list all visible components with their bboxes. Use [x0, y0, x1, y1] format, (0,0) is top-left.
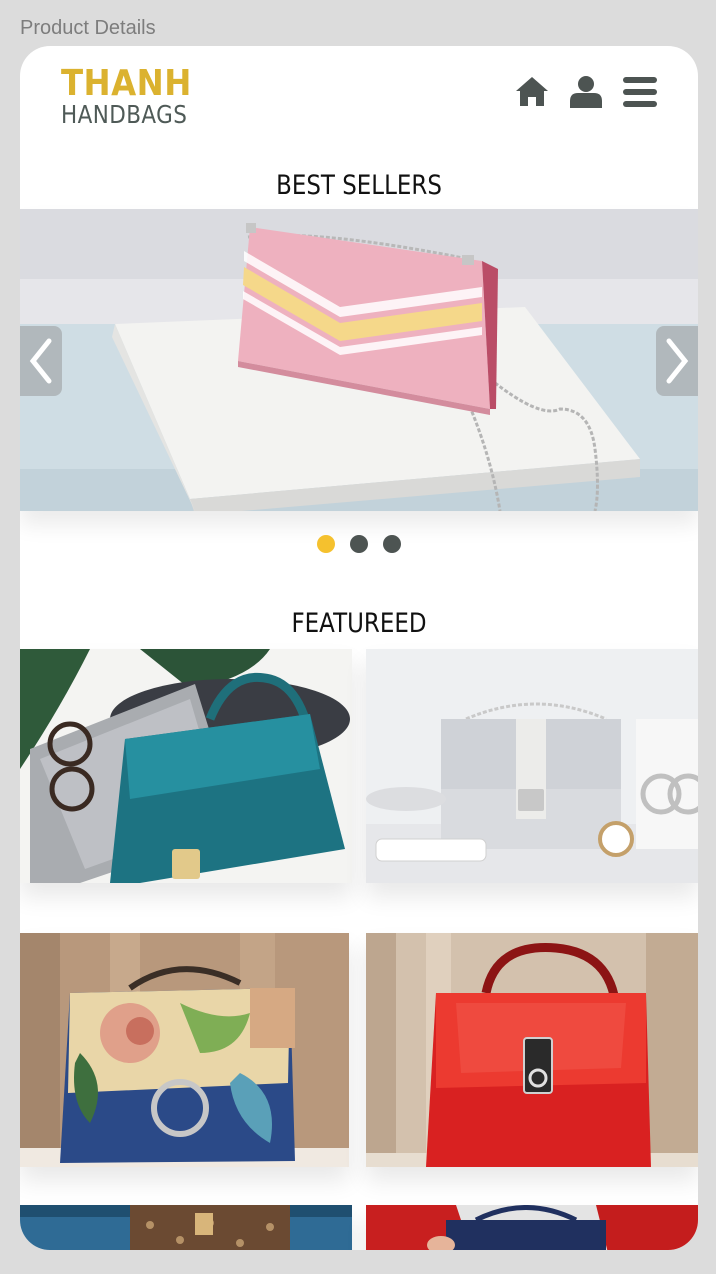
teal-handbag-image — [20, 649, 352, 883]
logo-name-top: THANH — [61, 63, 192, 104]
chevron-left-icon — [29, 338, 52, 384]
menu-icon[interactable] — [622, 74, 658, 110]
grey-studded-handbag-image — [366, 649, 698, 883]
product-card[interactable] — [20, 649, 352, 883]
floral-handbag-image — [20, 933, 349, 1167]
carousel-prev-button[interactable] — [20, 326, 62, 396]
brand-logo[interactable]: THANH HANDBAGS — [61, 63, 208, 129]
chevron-right-icon — [666, 338, 689, 384]
navy-handbag-image — [366, 1205, 698, 1250]
logo-name-bottom: HANDBAGS — [61, 100, 188, 129]
best-sellers-carousel[interactable] — [20, 209, 698, 511]
carousel-next-button[interactable] — [656, 326, 698, 396]
best-sellers-title: BEST SELLERS — [276, 170, 442, 201]
product-card[interactable] — [20, 1205, 352, 1250]
app-screen: THANH HANDBAGS BEST SELLERS FEATUREED — [20, 46, 698, 1250]
home-icon[interactable] — [514, 74, 550, 110]
pink-handbag-image[interactable] — [20, 209, 698, 511]
header-nav — [514, 74, 658, 110]
carousel-dot-3[interactable] — [383, 535, 401, 553]
product-card[interactable] — [366, 933, 698, 1167]
carousel-dot-2[interactable] — [350, 535, 368, 553]
product-card[interactable] — [20, 933, 349, 1167]
frame-title: Product Details — [20, 17, 156, 39]
monogram-handbag-image — [20, 1205, 352, 1250]
featured-title: FEATUREED — [291, 608, 427, 639]
user-icon[interactable] — [568, 74, 604, 110]
product-card[interactable] — [366, 1205, 698, 1250]
red-handbag-image — [366, 933, 698, 1167]
carousel-dot-1[interactable] — [317, 535, 335, 553]
product-card[interactable] — [366, 649, 698, 883]
carousel-pagination — [317, 535, 401, 553]
